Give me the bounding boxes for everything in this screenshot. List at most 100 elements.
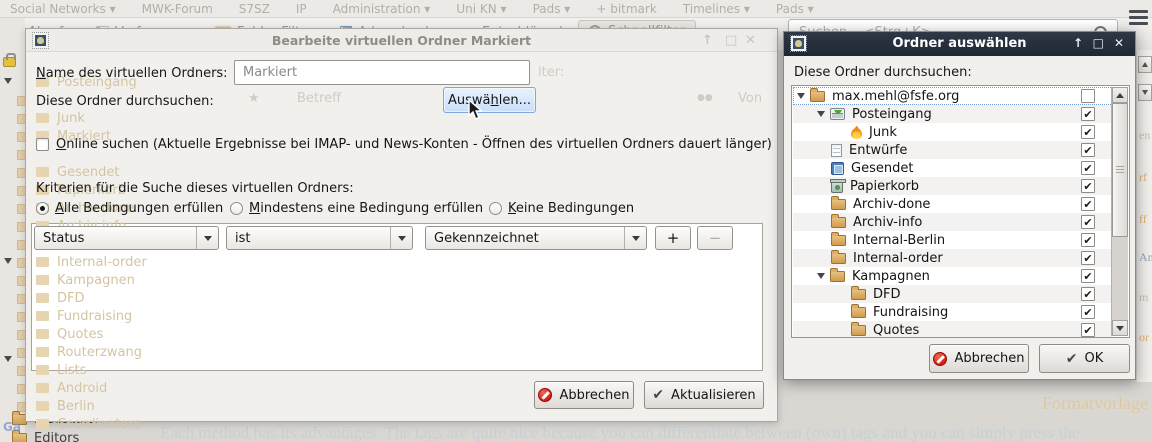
folder-checkbox[interactable]: ✔ [1081,197,1095,211]
remove-condition-button[interactable]: − [697,226,733,250]
tree-row[interactable]: Internal-Berlin ✔ [793,231,1113,249]
tree-row[interactable]: Papierkorb ✔ [793,177,1113,195]
bookmark-item[interactable]: S7SZ [239,2,270,16]
window-up-icon[interactable]: ↑ [1073,37,1083,49]
expander-spacer [817,258,826,259]
folder-icon [851,307,866,318]
expander-spacer [817,186,826,187]
close-icon[interactable]: ✕ [745,34,756,47]
add-condition-button[interactable]: + [655,226,691,250]
folder-checkbox[interactable]: ✔ [1081,179,1095,193]
folder-icon [831,199,846,210]
folder-checkbox[interactable]: ✔ [1081,287,1095,301]
folder-checkbox[interactable]: ✔ [1081,125,1095,139]
match-any-radio[interactable] [230,202,243,215]
expander-icon[interactable] [817,273,825,279]
tree-row[interactable]: DFD✔ [793,285,1113,303]
choose-folders-button[interactable]: Auswählen... [443,87,536,113]
tree-row[interactable]: Kampagnen ✔ [793,267,1113,285]
name-label: Name des virtuellen Ordners: [36,66,228,81]
scrollbar[interactable] [1111,87,1128,336]
dialog-titlebar[interactable]: Bearbeite virtuellen Ordner Markiert ↑ □… [26,29,777,52]
bookmark-item[interactable]: IP [296,2,307,16]
tree-expander-icon[interactable] [4,258,12,264]
bookmark-item[interactable]: + bitmark [596,2,656,16]
expander-icon[interactable] [797,93,805,99]
expander-spacer [817,150,826,151]
bookmark-item[interactable]: MWK-Forum [142,2,213,16]
background-text-fragment: en [1139,128,1150,143]
condition-value-select[interactable]: Gekennzeichnet [425,226,647,250]
virtual-folder-name-input[interactable]: Markiert [234,60,530,85]
expander-icon[interactable] [817,111,825,117]
condition-field-select[interactable]: Status [34,226,219,250]
tree-row[interactable]: Internal-order✔ [793,249,1113,267]
match-none-radio[interactable] [489,202,502,215]
folder-icon [831,217,846,228]
ghost-star-icon: ★ [248,91,260,106]
tree-folder-label: Kampagnen [852,269,930,284]
cancel-button[interactable]: Abbrechen [534,381,634,409]
tree-row[interactable]: Junk✔ [793,123,1113,141]
folder-checkbox[interactable]: ✔ [1081,107,1095,121]
match-all-radio[interactable] [36,202,49,215]
background-text-fragment: Ga [3,420,21,434]
tree-row[interactable]: Quotes✔ [793,321,1113,338]
online-search-checkbox[interactable] [36,138,49,151]
folder-icon [851,325,866,336]
ok-button[interactable]: ✔ OK [1039,344,1130,373]
ghost-folder-row: Gesendet [36,163,119,181]
expander-spacer [837,330,846,331]
dialog-titlebar[interactable]: Ordner auswählen ↑ □ ✕ [784,32,1135,56]
close-icon[interactable]: ✕ [1114,37,1124,49]
condition-operator-select[interactable]: ist [226,226,413,250]
folder-checkbox[interactable] [1081,89,1095,103]
tree-row[interactable]: Archiv-info✔ [793,213,1113,231]
inbox-icon [830,108,845,120]
tree-folder-label: Papierkorb [850,179,919,194]
column-picker-button[interactable] [1138,84,1152,101]
folder-icon [810,91,825,102]
bookmark-item[interactable]: Pads ▾ [776,2,814,16]
scrollbar-thumb[interactable] [1112,103,1128,237]
tree-expander-icon[interactable] [4,78,12,84]
tree-row[interactable]: Archiv-done ✔ [793,195,1113,213]
folder-checkbox[interactable]: ✔ [1081,305,1095,319]
folder-checkbox[interactable]: ✔ [1081,323,1095,337]
window-up-icon[interactable]: ↑ [702,34,713,47]
folder-checkbox[interactable]: ✔ [1081,269,1095,283]
maximize-icon[interactable]: □ [1093,37,1104,49]
app-menu-button[interactable] [1129,10,1148,25]
tree-row[interactable]: Posteingang✔ [793,105,1113,123]
tree-row[interactable]: max.mehl@fsfe.org [793,87,1113,105]
bookmark-item[interactable]: Uni KN ▾ [456,2,506,16]
cancel-icon [538,388,552,402]
tree-folder-label: Internal-Berlin [853,233,945,248]
folder-checkbox[interactable]: ✔ [1081,251,1095,265]
scroll-down-icon[interactable] [1112,320,1128,336]
tree-row[interactable]: Entwürfe ✔ [793,141,1113,159]
folder-checkbox[interactable]: ✔ [1081,215,1095,229]
match-all-label: Alle Bedingungen erfüllen [55,201,223,216]
tree-row[interactable]: Fundraising✔ [793,303,1113,321]
folder-icon [831,235,846,246]
folder-pane-item[interactable]: Editors [12,431,79,442]
ghost-folder-row: Android [36,379,107,397]
scroll-up-icon[interactable] [1112,87,1128,103]
folder-checkbox[interactable]: ✔ [1081,143,1095,157]
bookmark-item[interactable]: Social Networks ▾ [10,2,116,16]
folder-checkbox[interactable]: ✔ [1081,233,1095,247]
collapse-pane-button[interactable] [1138,56,1152,73]
maximize-icon[interactable]: □ [725,34,737,47]
tree-row[interactable]: Gesendet✔ [793,159,1113,177]
tree-folder-label: Archiv-done [853,197,930,212]
cancel-button[interactable]: Abbrechen [929,344,1029,373]
folder-checkbox[interactable]: ✔ [1081,161,1095,175]
bookmark-item[interactable]: Administration ▾ [333,2,431,16]
tree-folder-label: Entwürfe [849,143,907,158]
bookmark-item[interactable]: Timelines ▾ [683,2,750,16]
chevron-down-icon [390,227,412,249]
bookmark-item[interactable]: Pads ▾ [533,2,571,16]
tree-expander-icon[interactable] [4,356,12,362]
update-button[interactable]: ✔ Aktualisieren [644,381,764,409]
